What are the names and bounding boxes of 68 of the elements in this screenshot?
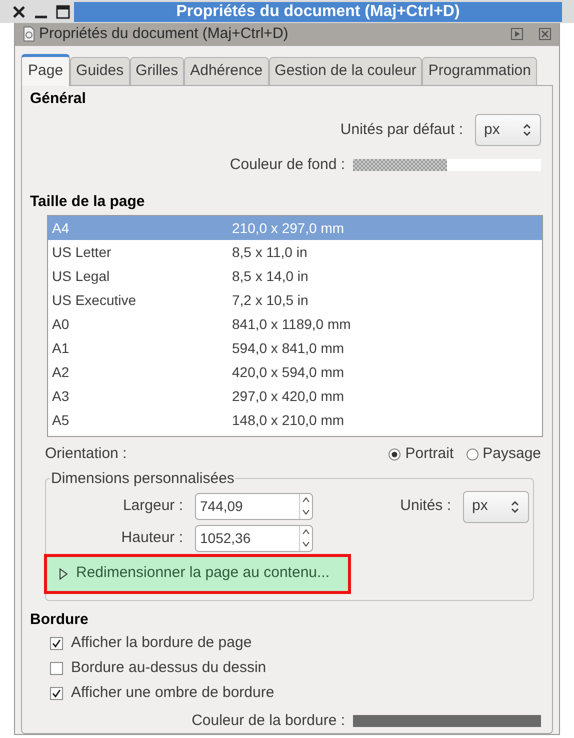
size-dimensions: 148,0 x 210,0 mm [232, 410, 344, 430]
radio-icon[interactable] [466, 448, 479, 461]
field-label: Unités par défaut : [340, 120, 463, 140]
checkbox-option[interactable]: Bordure au-dessus du dessin [50, 656, 544, 681]
resize-expander[interactable]: Redimensionner la page au contenu... [44, 554, 351, 594]
section-heading: Général [30, 88, 87, 108]
updown-caret-icon [510, 500, 520, 514]
radio-option[interactable]: Portrait [388, 443, 454, 466]
updown-caret-icon [522, 123, 532, 137]
tab[interactable]: Page [21, 54, 70, 86]
color-swatch[interactable] [353, 715, 541, 728]
section-heading: Bordure [30, 610, 90, 630]
checkbox-option[interactable]: Afficher une ombre de bordure [50, 681, 544, 706]
size-name: A4 [52, 218, 70, 238]
list-row[interactable]: A2 420,0 x 594,0 mm [48, 360, 542, 384]
tab[interactable]: Grilles [130, 56, 184, 84]
size-dimensions: 7,2 x 10,5 in [232, 290, 308, 310]
document-icon [23, 26, 35, 42]
checkbox-icon[interactable] [50, 637, 63, 650]
dock-title: Propriétés du document (Maj+Ctrl+D) [39, 24, 290, 44]
radio-icon[interactable] [388, 448, 402, 461]
size-name: US Letter [52, 242, 112, 262]
checkbox-option[interactable]: Afficher la bordure de page [50, 631, 544, 656]
list-row[interactable]: A5 148,0 x 210,0 mm [48, 408, 542, 432]
size-name: A1 [52, 338, 70, 358]
size-dimensions: 594,0 x 841,0 mm [232, 338, 344, 358]
size-dimensions: 210,0 x 297,0 mm [232, 218, 344, 238]
checkbox-icon[interactable] [50, 662, 63, 675]
color-swatch[interactable] [353, 159, 541, 172]
list-row[interactable]: US Legal 8,5 x 14,0 in [48, 264, 542, 288]
window-title: Propriétés du document (Maj+Ctrl+D) [74, 2, 562, 22]
radio-option[interactable]: Paysage [466, 443, 541, 466]
units-dropdown[interactable]: px [463, 490, 529, 522]
list-row[interactable]: US Executive 7,2 x 10,5 in [48, 288, 542, 312]
field-label: Largeur : [122, 496, 184, 516]
list-row[interactable]: US Letter 8,5 x 11,0 in [48, 240, 542, 264]
size-dimensions: 420,0 x 594,0 mm [232, 362, 344, 382]
list-row[interactable]: A0 841,0 x 1189,0 mm [48, 312, 542, 336]
play-icon[interactable] [511, 28, 523, 40]
tab[interactable]: Gestion de la couleur [268, 56, 422, 84]
size-dimensions: 8,5 x 14,0 in [232, 266, 308, 286]
size-name: US Executive [52, 290, 138, 310]
field-label: Unités : [400, 496, 451, 516]
expander-arrow-icon [59, 568, 68, 580]
field-label: Hauteur : [120, 528, 184, 548]
size-name: A0 [52, 314, 70, 334]
maximize-icon[interactable] [56, 4, 70, 18]
field-label: Orientation : [45, 444, 128, 464]
width-field[interactable]: 744,09 [195, 493, 313, 520]
checkbox-icon[interactable] [50, 687, 63, 700]
list-row[interactable]: A1 594,0 x 841,0 mm [48, 336, 542, 360]
height-field[interactable]: 1052,36 [195, 524, 313, 552]
field-label: Couleur de la bordure : [192, 711, 345, 731]
list-row[interactable]: A3 297,0 x 420,0 mm [48, 384, 542, 408]
size-name: A3 [52, 386, 70, 406]
size-dimensions: 841,0 x 1189,0 mm [232, 314, 351, 334]
tab[interactable]: Adhérence [184, 56, 269, 84]
size-name: A5 [52, 410, 70, 430]
section-heading: Taille de la page [30, 192, 146, 212]
size-dimensions: 297,0 x 420,0 mm [232, 386, 344, 406]
tab[interactable]: Programmation [422, 56, 537, 84]
size-name: US Legal [52, 266, 111, 286]
units-dropdown[interactable]: px [475, 114, 541, 146]
close-icon[interactable] [12, 4, 26, 18]
size-dimensions: 8,5 x 11,0 in [232, 242, 308, 262]
tab[interactable]: Guides [70, 56, 130, 84]
field-label: Couleur de fond : [230, 155, 345, 175]
size-name: A2 [52, 362, 70, 382]
